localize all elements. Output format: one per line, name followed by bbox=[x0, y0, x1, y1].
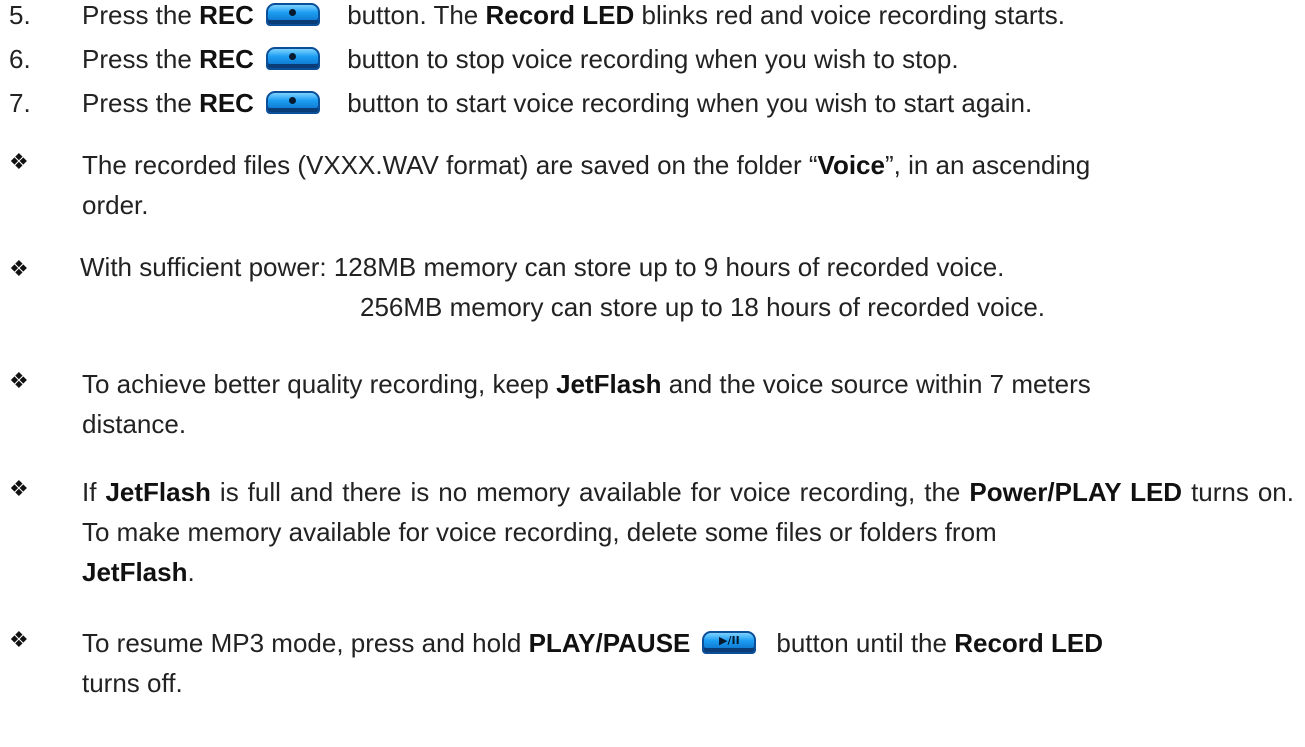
step-number: 6. bbox=[9, 44, 31, 74]
step-text: Press the REC button to stop voice recor… bbox=[82, 44, 959, 74]
note-resume-mp3: To resume MP3 mode, press and hold PLAY/… bbox=[82, 628, 1104, 698]
step-text: Press the REC button. The Record LED bli… bbox=[82, 0, 1065, 30]
diamond-bullet-icon: ❖ bbox=[9, 149, 29, 174]
step-number: 5. bbox=[9, 0, 31, 30]
rec-button-icon bbox=[265, 91, 320, 114]
rec-button-icon bbox=[265, 3, 320, 26]
note-saved-files: The recorded files (VXXX.WAV format) are… bbox=[82, 150, 1091, 220]
diamond-bullet-icon: ❖ bbox=[9, 368, 29, 393]
diamond-bullet-icon: ❖ bbox=[9, 256, 29, 281]
step-number: 7. bbox=[9, 88, 31, 118]
step-text: Press the REC button to start voice reco… bbox=[82, 88, 1033, 118]
diamond-bullet-icon: ❖ bbox=[9, 476, 29, 501]
note-memory-full: If JetFlash is full and there is no memo… bbox=[82, 477, 1294, 587]
rec-button-icon bbox=[265, 47, 320, 70]
manual-page: 5. Press the REC button. The Record LED … bbox=[0, 0, 1305, 747]
note-quality: To achieve better quality recording, kee… bbox=[82, 369, 1091, 439]
play-pause-button-icon: ▶/II bbox=[702, 631, 757, 654]
diamond-bullet-icon: ❖ bbox=[9, 627, 29, 652]
